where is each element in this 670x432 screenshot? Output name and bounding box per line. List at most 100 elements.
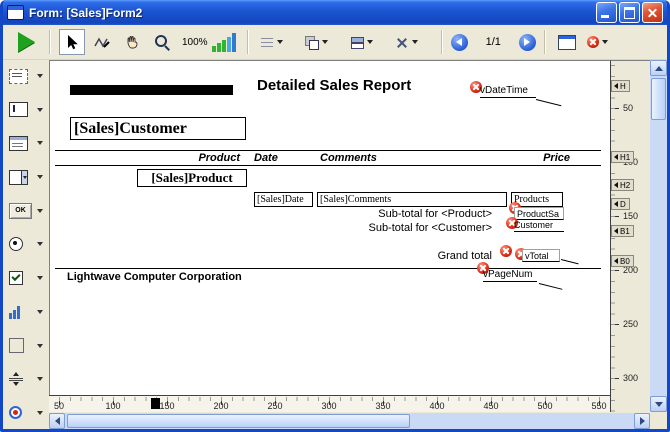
ruler-number: 550 [591,401,606,411]
horizontal-scroll-track[interactable] [65,413,634,429]
zoom-control[interactable]: 100% [179,29,239,55]
next-page-button[interactable] [519,34,536,51]
column-header-product[interactable]: Product [145,152,240,164]
arrow-right-icon [524,38,530,46]
marker-label: D [620,200,626,209]
date-field[interactable]: [Sales]Date [254,192,313,207]
insert-object-menu-button[interactable] [584,29,611,55]
rectangle-tool[interactable] [5,334,47,358]
grand-total-label[interactable]: Grand total [290,250,492,262]
vertical-scroll-thumb[interactable] [651,78,666,120]
total-variable[interactable]: vTotal [522,249,560,262]
toolbar-separator [49,30,51,54]
text-tool[interactable] [5,64,47,88]
app-window: Form: [Sales]Form2 100% [0,0,670,432]
customer-field[interactable]: [Sales]Customer [70,117,246,140]
marker-arrow-icon [614,83,618,89]
report-title-label[interactable]: Detailed Sales Report [257,77,411,94]
chevron-down-icon [37,242,43,246]
plugin-area-tool[interactable] [5,401,47,425]
close-button[interactable] [642,2,663,23]
variable-marker-icon[interactable] [500,245,512,257]
arrange-menu-button[interactable] [302,29,331,55]
variable-marker-icon [587,36,599,48]
pointer-tool-button[interactable] [59,29,85,55]
horizontal-scroll-thumb[interactable] [67,414,410,428]
titlebar[interactable]: Form: [Sales]Form2 [3,0,667,25]
column-header-date[interactable]: Date [254,152,278,164]
checkbox-tool[interactable] [5,266,47,290]
header-line-bottom[interactable] [55,165,601,166]
scroll-right-button[interactable] [634,413,650,429]
execute-form-button[interactable] [11,29,41,55]
page-indicator: 1/1 [486,36,501,48]
diagonal-line[interactable] [536,99,561,106]
distribute-menu-button[interactable] [347,29,376,55]
product-subtotal-variable[interactable]: ProductSa [514,207,564,220]
pagenum-variable[interactable]: vPageNum [483,269,537,282]
button-tool[interactable]: OK [5,199,47,223]
marker-label: B1 [620,227,630,236]
title-black-bar[interactable] [70,85,233,95]
hand-tool-button[interactable] [119,29,145,55]
header-line-top[interactable] [55,150,601,151]
form-canvas[interactable]: Detailed Sales Report vDateTime [Sales]C… [49,60,610,395]
scroll-down-button[interactable] [650,396,667,412]
toolbar-separator [247,30,249,54]
zoom-tool-button[interactable] [149,29,175,55]
radio-tool-icon [9,237,23,251]
level-menu-button[interactable] [392,29,421,55]
splitter-tool[interactable] [5,367,47,391]
comments-field[interactable]: [Sales]Comments [317,192,507,207]
zoom-bars[interactable] [212,32,236,52]
magnifier-icon [155,35,170,50]
area-marker[interactable]: D [611,198,630,210]
subtotal-product-label[interactable]: Sub-total for <Product> [290,208,492,220]
area-marker[interactable]: B1 [611,225,634,237]
chevron-down-icon [37,276,43,280]
align-icon [260,36,274,49]
minimize-button[interactable] [596,2,617,23]
product-field[interactable]: [Sales]Product [137,169,247,187]
marker-arrow-icon [614,182,618,188]
ruler-number: 50 [623,103,633,113]
form-properties-button[interactable] [554,29,580,55]
entry-order-tool-button[interactable] [89,29,115,55]
vdatetime-variable[interactable]: vDateTime [480,85,536,98]
column-header-comments[interactable]: Comments [320,152,377,164]
vertical-scrollbar[interactable] [650,60,667,412]
scroll-up-button[interactable] [650,60,667,76]
scroll-left-button[interactable] [49,413,65,429]
radio-tool[interactable] [5,232,47,256]
company-label[interactable]: Lightwave Computer Corporation [67,271,242,283]
field-tool[interactable] [5,98,47,122]
ruler-number: 300 [623,373,638,383]
area-marker[interactable]: H1 [611,151,634,163]
listbox-tool[interactable] [5,131,47,155]
diagonal-line[interactable] [539,283,563,290]
customer-subtotal-variable[interactable]: Customer [514,220,564,232]
align-menu-button[interactable] [257,29,286,55]
area-marker[interactable]: B0 [611,255,634,267]
horizontal-scrollbar[interactable] [49,412,650,429]
ruler-number: 400 [429,401,444,411]
subtotal-customer-label[interactable]: Sub-total for <Customer> [290,222,492,234]
area-marker[interactable]: H [611,80,630,92]
listbox-tool-icon [9,136,28,151]
main-area: OK Detailed Sales Report vDateTime [Sale… [3,60,667,429]
chevron-down-icon [277,40,283,44]
toolbar: 100% 1/1 [3,25,667,60]
vertical-scroll-track[interactable] [650,76,667,396]
chevron-down-icon [37,377,43,381]
ruler-number: 150 [623,211,638,221]
area-marker[interactable]: H2 [611,179,634,191]
maximize-button[interactable] [619,2,640,23]
diagonal-line[interactable] [561,259,579,264]
combobox-tool[interactable] [5,165,47,189]
marker-arrow-icon [614,201,618,207]
prev-page-button[interactable] [451,34,468,51]
arrow-up-icon [655,66,663,71]
indicator-tool[interactable] [5,300,47,324]
column-header-price[interactable]: Price [530,152,570,164]
hand-icon [124,34,140,50]
